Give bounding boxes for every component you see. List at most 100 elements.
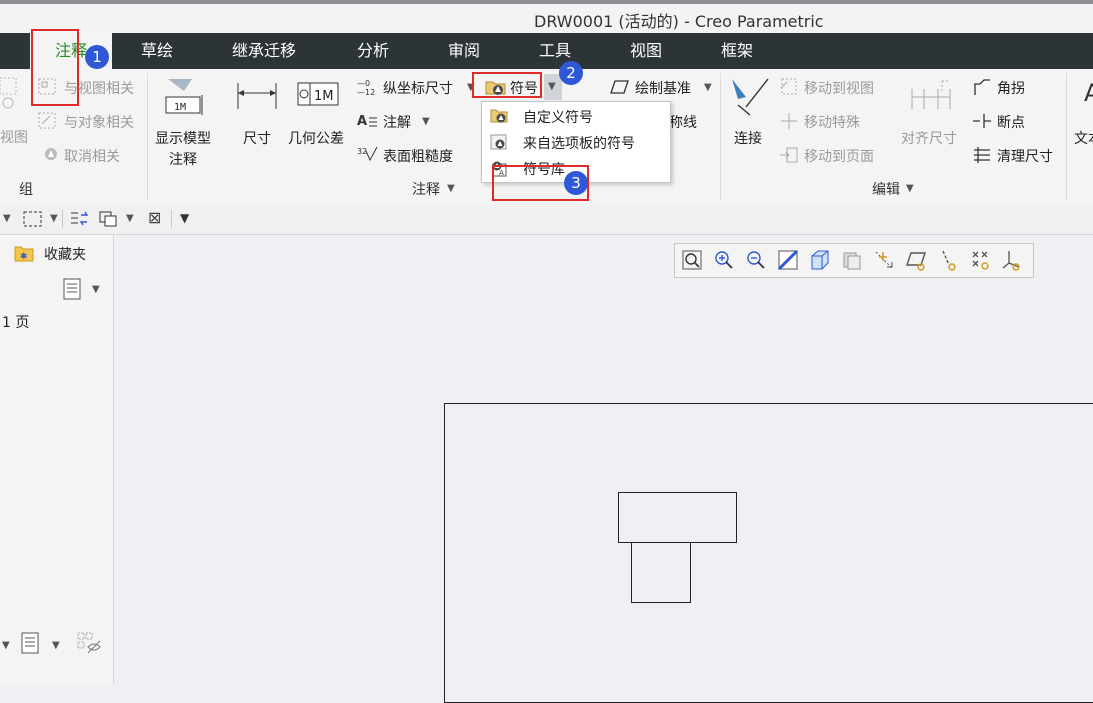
move-special-label: 移动特殊 <box>804 115 860 131</box>
centerline-label[interactable]: 称线 <box>669 112 697 132</box>
regenerate-icon[interactable] <box>68 209 90 229</box>
hide-items-icon[interactable] <box>76 631 102 655</box>
annotation-section-label[interactable]: 注释 <box>412 179 440 199</box>
tree-list-icon[interactable] <box>20 632 42 654</box>
tab-analysis[interactable]: 分析 <box>357 33 389 69</box>
show-model-annotation-button[interactable]: 1M 显示模型 注释 <box>152 73 218 173</box>
dimension-button[interactable]: 尺寸 <box>234 73 280 153</box>
tab-frame[interactable]: 框架 <box>721 33 753 69</box>
draw-datum-dropdown-icon[interactable]: ▼ <box>704 82 712 93</box>
palette-symbol-label: 来自选项板的符号 <box>523 136 635 152</box>
settings-close-icon[interactable]: ⊠ <box>148 208 161 227</box>
repaint-icon[interactable] <box>777 249 799 271</box>
ordinate-dimension-icon: —0 —12 <box>357 79 375 96</box>
connect-label: 连接 <box>734 131 762 147</box>
display-style-icon[interactable] <box>809 249 831 271</box>
title-bar: DRW0001 (活动的) - Creo Parametric <box>0 4 1093 33</box>
tree-list-dropdown-icon[interactable]: ▼ <box>52 640 60 651</box>
custom-symbol-menu-item[interactable]: 自定义符号 <box>482 103 670 129</box>
move-to-page-icon <box>780 147 798 163</box>
layer-tree-icon[interactable] <box>98 209 120 229</box>
zoom-out-icon[interactable] <box>745 249 767 271</box>
highlight-box-symbol <box>472 72 542 98</box>
toolbar-separator <box>171 210 172 228</box>
view-label[interactable]: 视图 <box>0 127 28 147</box>
refit-icon[interactable] <box>681 249 703 271</box>
move-special-icon <box>781 113 797 129</box>
csys-display-icon[interactable] <box>1001 249 1023 271</box>
view-toolbar <box>674 243 1034 278</box>
geometric-tolerance-button[interactable]: 1M 几何公差 <box>286 73 350 153</box>
svg-text:A: A <box>357 114 367 129</box>
favorites-icon: ✱ <box>14 246 34 262</box>
page-label[interactable]: 1 页 <box>2 312 29 332</box>
tab-view[interactable]: 视图 <box>630 33 662 69</box>
layer-dropdown-icon[interactable]: ▼ <box>126 213 134 224</box>
edit-section-dropdown-icon[interactable]: ▼ <box>906 183 914 194</box>
drawing-sheet-border <box>444 403 1093 703</box>
tab-sketch[interactable]: 草绘 <box>141 33 173 69</box>
list-view-dropdown-icon[interactable]: ▼ <box>92 284 100 295</box>
view-rectangle-top[interactable] <box>618 492 737 543</box>
svg-text:—0: —0 <box>357 79 370 88</box>
favorites-label[interactable]: 收藏夹 <box>44 244 86 264</box>
navigator-panel: ✱ 收藏夹 ▼ 1 页 ▼ ▼ <box>0 235 114 684</box>
step-badge-1: 1 <box>85 45 109 69</box>
customize-toolbar-icon[interactable]: ▼ <box>180 211 189 225</box>
draw-datum-label: 绘制基准 <box>635 81 691 97</box>
list-view-icon[interactable] <box>62 278 84 300</box>
move-to-view-icon <box>780 78 797 95</box>
connect-button[interactable]: 连接 <box>726 73 772 153</box>
svg-text:1M: 1M <box>174 102 186 113</box>
filter-dropdown-icon[interactable]: ▼ <box>3 213 11 224</box>
move-to-page-label: 移动到页面 <box>804 149 874 165</box>
edit-section-label[interactable]: 编辑 <box>872 179 900 199</box>
show-model-annotation-label-1: 显示模型 <box>155 131 211 147</box>
text-button[interactable]: A 文本 <box>1072 73 1093 153</box>
graphics-toolbar: ▼ ▼ ▼ ⊠ ▼ <box>0 204 1093 235</box>
palette-symbol-icon <box>490 134 507 150</box>
saved-orientations-icon[interactable] <box>841 249 863 271</box>
show-model-annotation-label-2: 注释 <box>169 152 197 168</box>
break-point-icon <box>973 114 991 128</box>
connect-icon <box>732 78 769 116</box>
axis-display-icon[interactable] <box>937 249 959 271</box>
text-icon: A <box>1084 79 1093 107</box>
view-icon <box>0 77 17 109</box>
view-rectangle-bottom[interactable] <box>631 542 691 603</box>
box-select-icon[interactable] <box>22 209 44 229</box>
relate-object-icon <box>38 112 56 129</box>
dimension-label: 尺寸 <box>243 131 271 147</box>
zoom-in-icon[interactable] <box>713 249 735 271</box>
svg-text:✱: ✱ <box>20 252 28 262</box>
ribbon-separator <box>720 73 721 201</box>
svg-text:—12: —12 <box>357 88 375 96</box>
ordinate-dimension-label: 纵坐标尺寸 <box>383 81 453 97</box>
align-dimension-button[interactable]: 对齐尺寸 <box>898 73 964 153</box>
cleanup-dimension-label: 清理尺寸 <box>997 149 1053 165</box>
tab-legacy-migration[interactable]: 继承迁移 <box>232 33 296 69</box>
move-to-view-label: 移动到视图 <box>804 81 874 97</box>
draw-datum-icon <box>610 80 629 94</box>
group-section-label: 组 <box>19 182 33 198</box>
relate-object-label: 与对象相关 <box>64 115 134 131</box>
note-dropdown-icon[interactable]: ▼ <box>422 116 430 127</box>
plane-display-icon[interactable] <box>905 249 927 271</box>
select-dropdown-icon[interactable]: ▼ <box>50 213 58 224</box>
tab-review[interactable]: 审阅 <box>448 33 480 69</box>
jog-label: 角拐 <box>997 81 1025 97</box>
surface-roughness-label: 表面粗糙度 <box>383 149 453 165</box>
palette-symbol-menu-item[interactable]: 来自选项板的符号 <box>482 129 670 155</box>
show-model-annotation-icon: 1M <box>165 79 203 115</box>
custom-symbol-icon <box>490 109 508 123</box>
note-icon: A <box>357 114 377 129</box>
symbol-dropdown-icon: ▼ <box>548 81 556 92</box>
point-display-icon[interactable] <box>969 249 991 271</box>
svg-text:1M: 1M <box>314 89 334 104</box>
datum-display-icon[interactable] <box>873 249 895 271</box>
annotation-section-dropdown-icon[interactable]: ▼ <box>447 183 455 194</box>
bottom-dropdown-icon[interactable]: ▼ <box>2 640 10 651</box>
step-badge-3: 3 <box>564 171 588 195</box>
unrelate-icon <box>45 148 57 160</box>
toolbar-separator <box>62 210 63 228</box>
